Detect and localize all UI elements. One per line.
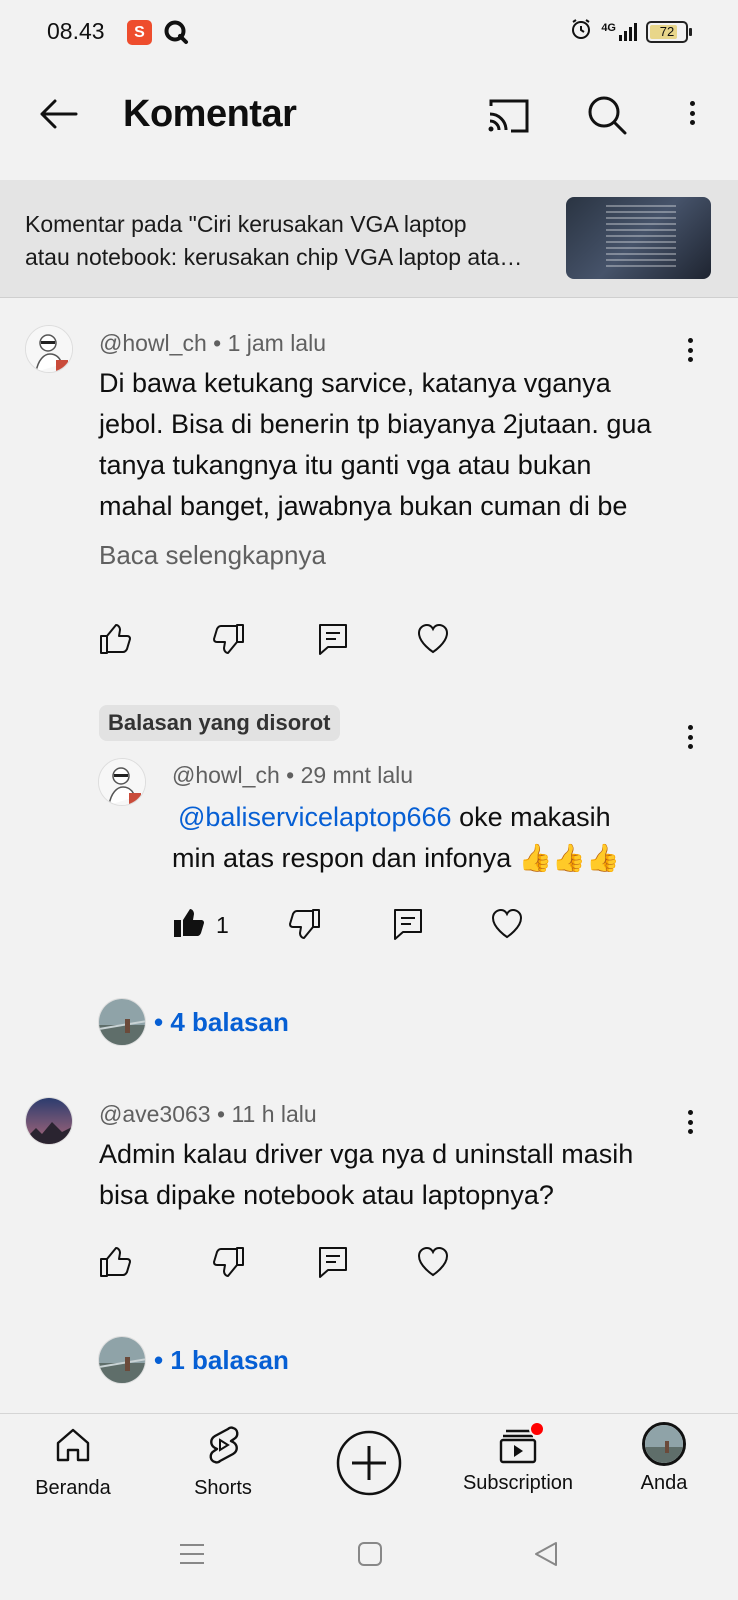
status-indicators: 4G 72 bbox=[569, 17, 692, 46]
nav-label: Anda bbox=[640, 1472, 688, 1494]
comment-line: Admin kalau driver vga nya d uninstall m… bbox=[99, 1139, 634, 1169]
like-icon[interactable] bbox=[98, 1245, 132, 1284]
comment-time: • 11 h lalu bbox=[217, 1101, 317, 1127]
comment-line: jebol. Bisa di benerin tp biayanya 2juta… bbox=[99, 409, 652, 439]
mention-link[interactable]: @baliservicelaptop666 bbox=[178, 802, 452, 832]
nav-label: Subscription bbox=[462, 1472, 574, 1494]
home-button-icon[interactable] bbox=[356, 1540, 384, 1573]
home-icon bbox=[54, 1426, 92, 1469]
dislike-icon[interactable] bbox=[212, 1245, 246, 1284]
reply-line-1: @baliservicelaptop666 oke makasih bbox=[172, 797, 692, 838]
comment-more-icon[interactable] bbox=[678, 1107, 702, 1137]
reply-avatar[interactable] bbox=[98, 758, 146, 806]
battery-level: 72 bbox=[659, 24, 675, 39]
search-icon[interactable] bbox=[585, 93, 629, 137]
nav-you[interactable]: Anda bbox=[634, 1422, 694, 1495]
view-replies-button[interactable]: • 4 balasan bbox=[98, 998, 289, 1046]
nav-label: Beranda bbox=[35, 1477, 111, 1499]
reply-icon[interactable] bbox=[316, 1245, 350, 1284]
reply-author[interactable]: @howl_ch bbox=[172, 762, 280, 788]
reply-body: @baliservicelaptop666 oke makasih min at… bbox=[172, 797, 692, 879]
video-context-line-2: atau notebook: kerusakan chip VGA laptop… bbox=[25, 244, 523, 270]
comment-author[interactable]: @ave3063 bbox=[99, 1101, 211, 1127]
nav-label: Shorts bbox=[194, 1477, 252, 1499]
like-icon[interactable] bbox=[98, 622, 132, 661]
status-time: 08.43 bbox=[47, 18, 105, 44]
reply-reply-icon[interactable] bbox=[391, 907, 425, 946]
video-thumbnail[interactable] bbox=[566, 197, 711, 279]
dislike-icon[interactable] bbox=[212, 622, 246, 661]
comment-line: bisa dipake notebook atau laptopnya? bbox=[99, 1180, 554, 1210]
page-title: Komentar bbox=[123, 93, 297, 135]
reply-line-2: min atas respon dan infonya 👍👍👍 bbox=[172, 843, 620, 873]
heart-icon[interactable] bbox=[416, 622, 450, 661]
signal-icon: 4G bbox=[601, 22, 638, 42]
notification-dot bbox=[529, 1421, 545, 1437]
read-more-link[interactable]: Baca selengkapnya bbox=[99, 540, 326, 571]
cast-icon[interactable] bbox=[486, 96, 532, 136]
comment-time: • 1 jam lalu bbox=[213, 330, 327, 356]
back-button-icon[interactable] bbox=[532, 1540, 560, 1573]
recent-apps-icon[interactable] bbox=[178, 1540, 206, 1573]
nav-shorts[interactable]: Shorts bbox=[188, 1426, 258, 1500]
comment-body: Admin kalau driver vga nya d uninstall m… bbox=[99, 1134, 699, 1216]
comment-line: Di bawa ketukang sarvice, katanya vganya bbox=[99, 368, 611, 398]
replier-avatar bbox=[98, 1336, 146, 1384]
replier-avatar bbox=[98, 998, 146, 1046]
reply-dislike-icon[interactable] bbox=[288, 907, 322, 946]
reply-time: • 29 mnt lalu bbox=[286, 762, 414, 788]
heart-icon[interactable] bbox=[416, 1245, 450, 1284]
video-context-line-1: Komentar pada "Ciri kerusakan VGA laptop bbox=[25, 211, 467, 237]
reply-heart-icon[interactable] bbox=[490, 907, 524, 946]
comment-more-icon[interactable] bbox=[678, 335, 702, 365]
comment-line: mahal banget, jawabnya bukan cuman di be bbox=[99, 491, 628, 521]
alarm-icon bbox=[569, 17, 593, 46]
nav-subscriptions[interactable]: Subscription bbox=[458, 1421, 578, 1495]
comment-author[interactable]: @howl_ch bbox=[99, 330, 207, 356]
highlighted-reply-chip: Balasan yang disorot bbox=[99, 705, 340, 741]
comment-meta: @ave3063 • 11 h lalu bbox=[99, 1101, 317, 1128]
profile-avatar bbox=[642, 1422, 686, 1466]
shopee-app-icon: S bbox=[127, 20, 152, 45]
reply-meta: @howl_ch • 29 mnt lalu bbox=[172, 762, 413, 789]
reply-more-icon[interactable] bbox=[678, 722, 702, 752]
reply-icon[interactable] bbox=[316, 622, 350, 661]
view-replies-button[interactable]: • 1 balasan bbox=[98, 1336, 289, 1384]
comment-body: Di bawa ketukang sarvice, katanya vganya… bbox=[99, 363, 699, 527]
back-arrow-icon[interactable] bbox=[36, 96, 80, 132]
shorts-icon bbox=[204, 1426, 242, 1469]
like-count: 1 bbox=[216, 912, 229, 938]
create-plus-icon[interactable] bbox=[336, 1430, 402, 1496]
more-vertical-icon[interactable] bbox=[680, 98, 704, 128]
avatar[interactable] bbox=[25, 1097, 73, 1145]
avatar[interactable] bbox=[25, 325, 73, 373]
like-filled-icon bbox=[172, 906, 206, 945]
subscriptions-icon bbox=[498, 1421, 545, 1464]
network-type: 4G bbox=[601, 21, 616, 34]
reply-like-button[interactable]: 1 bbox=[172, 906, 229, 945]
comment-line: tanya tukangnya itu ganti vga atau bukan bbox=[99, 450, 592, 480]
q-app-icon bbox=[163, 19, 189, 45]
replies-count-link[interactable]: • 4 balasan bbox=[154, 1007, 289, 1038]
battery-icon: 72 bbox=[646, 20, 692, 43]
reply-text: oke makasih bbox=[451, 802, 611, 832]
replies-count-link[interactable]: • 1 balasan bbox=[154, 1345, 289, 1376]
nav-home[interactable]: Beranda bbox=[34, 1426, 112, 1500]
comment-meta: @howl_ch • 1 jam lalu bbox=[99, 330, 326, 357]
video-context-text[interactable]: Komentar pada "Ciri kerusakan VGA laptop… bbox=[25, 208, 535, 274]
